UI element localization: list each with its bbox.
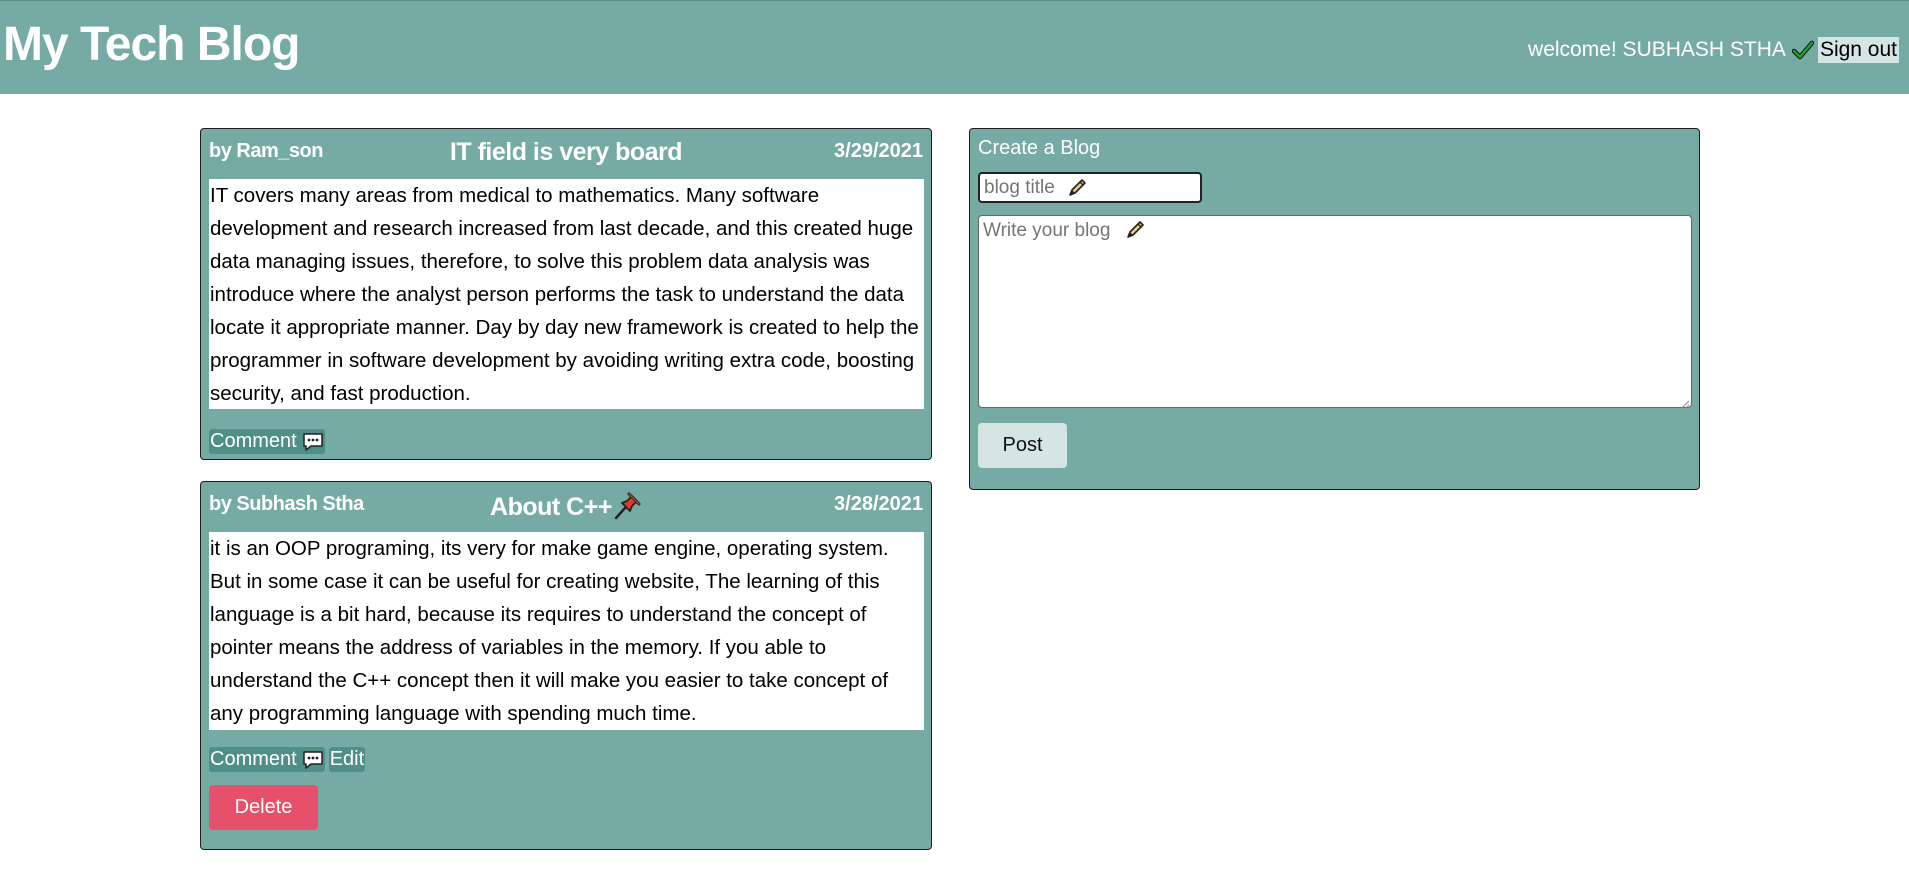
blog-body-field — [978, 215, 1692, 409]
post-actions: Comment Edit — [209, 747, 366, 772]
post-actions: Comment — [209, 429, 325, 454]
post-button[interactable]: Post — [978, 423, 1067, 468]
post-author: by Ram_son — [209, 140, 323, 162]
create-blog-heading: Create a Blog — [978, 137, 1101, 159]
post-header: IT field is very board by Ram_son 3/29/2… — [209, 138, 923, 168]
post-date: 3/28/2021 — [834, 493, 923, 515]
top-header: My Tech Blog welcome! SUBHASH STHA Sign … — [0, 0, 1909, 94]
blog-body-input[interactable] — [979, 216, 1691, 407]
post-title-text: About C++ — [490, 493, 612, 521]
post-date: 3/29/2021 — [834, 140, 923, 162]
delete-button[interactable]: Delete — [209, 785, 318, 830]
post-body: it is an OOP programing, its very for ma… — [209, 532, 924, 730]
signout-button[interactable]: Sign out — [1817, 37, 1899, 63]
comment-label: Comment — [210, 748, 297, 770]
blog-title-input[interactable] — [980, 174, 1200, 201]
resize-grip-icon[interactable] — [1680, 396, 1690, 409]
blog-post-card: IT field is very board by Ram_son 3/29/2… — [200, 128, 932, 460]
post-author: by Subhash Stha — [209, 493, 364, 515]
user-area: welcome! SUBHASH STHA Sign out — [1528, 37, 1899, 63]
comment-button[interactable]: Comment — [209, 747, 325, 772]
site-title: My Tech Blog — [3, 18, 300, 71]
comment-label: Comment — [210, 430, 297, 452]
checkmark-icon — [1791, 39, 1815, 61]
speech-bubble-icon — [302, 750, 324, 770]
speech-bubble-icon — [302, 432, 324, 452]
pencil-icon — [1067, 178, 1087, 198]
post-body: IT covers many areas from medical to mat… — [209, 179, 924, 409]
welcome-text: welcome! SUBHASH STHA — [1528, 38, 1786, 61]
comment-button[interactable]: Comment — [209, 429, 325, 454]
post-header: About C++ by Subhash Stha 3/28/2021 — [209, 491, 923, 521]
blog-post-card: About C++ by Subhash Stha 3/28/2021 it i… — [200, 481, 932, 850]
create-blog-panel: Create a Blog Post — [969, 128, 1700, 490]
pencil-icon — [1125, 220, 1145, 240]
blog-title-field — [978, 172, 1202, 203]
edit-button[interactable]: Edit — [328, 747, 366, 772]
pushpin-icon — [612, 491, 642, 521]
